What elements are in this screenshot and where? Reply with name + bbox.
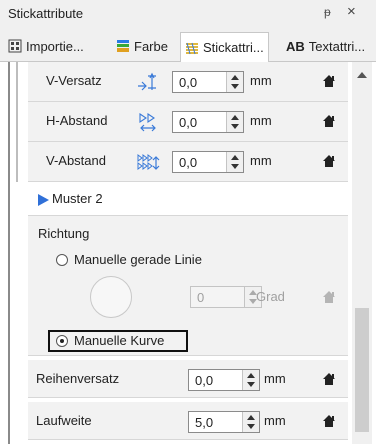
row-v-offset: V-Versatz 0,0 mm	[28, 62, 348, 102]
row-h-spacing: H-Abstand 0,0 mm	[28, 102, 348, 142]
v-spacing-value: 0,0	[179, 155, 198, 170]
h-spacing-value: 0,0	[179, 115, 198, 130]
tree-guide	[0, 62, 10, 444]
h-spacing-icon	[139, 112, 156, 132]
vertical-scrollbar[interactable]	[352, 62, 372, 444]
h-spacing-spinner[interactable]: 0,0	[172, 111, 244, 133]
pin-icon[interactable]: ᵽ	[324, 5, 331, 19]
tab-import-label: Importie...	[26, 38, 84, 54]
text-attr-icon: AB	[286, 38, 305, 54]
row-offset-unit: mm	[264, 371, 286, 386]
close-icon[interactable]: ×	[347, 3, 356, 20]
manual-line-label[interactable]: Manuelle gerade Linie	[74, 252, 202, 267]
tab-stitch-label: Stickattri...	[203, 40, 264, 55]
attributes-panel: V-Versatz 0,0 mm H-Abstand 0,0 mm V-Abst…	[0, 62, 376, 444]
tab-color[interactable]: Farbe	[116, 32, 168, 60]
expand-arrow-icon[interactable]	[38, 194, 49, 206]
v-spacing-unit: mm	[250, 153, 272, 168]
v-offset-value: 0,0	[179, 75, 198, 90]
richtung-section: Richtung Manuelle gerade Linie 0 Grad Ma…	[28, 216, 348, 356]
direction-dial[interactable]	[90, 276, 132, 318]
tab-text-attr[interactable]: AB Textattri...	[286, 32, 365, 60]
radio-manual-curve[interactable]	[56, 335, 68, 347]
home-icon-disabled	[323, 291, 335, 303]
v-spacing-icon	[137, 154, 160, 170]
row-offset-spin-buttons[interactable]	[242, 370, 259, 390]
run-pitch-spin-buttons[interactable]	[242, 412, 259, 432]
tab-import[interactable]: Importie...	[8, 32, 84, 60]
home-icon[interactable]	[322, 74, 336, 88]
angle-unit: Grad	[256, 289, 285, 304]
v-offset-label: V-Versatz	[46, 73, 102, 88]
angle-value: 0	[197, 290, 205, 305]
row-offset-label: Reihenversatz	[36, 371, 120, 386]
muster-label: Muster 2	[52, 191, 103, 206]
v-offset-spinner[interactable]: 0,0	[172, 71, 244, 93]
run-pitch-value: 5,0	[195, 415, 214, 430]
row-offset-value: 0,0	[195, 373, 214, 388]
panel-title: Stickattribute	[8, 6, 84, 21]
manual-curve-label[interactable]: Manuelle Kurve	[74, 333, 164, 348]
home-icon[interactable]	[322, 414, 336, 428]
h-spacing-unit: mm	[250, 113, 272, 128]
tree-guide-inner	[16, 62, 18, 182]
tab-text-attr-label: Textattri...	[308, 38, 366, 54]
run-pitch-label: Laufweite	[36, 413, 92, 428]
h-spacing-label: H-Abstand	[46, 113, 108, 128]
v-spacing-spinner[interactable]: 0,0	[172, 151, 244, 173]
v-offset-icon	[138, 72, 156, 91]
run-pitch-spinner[interactable]: 5,0	[188, 411, 260, 433]
scroll-up-icon[interactable]	[357, 72, 367, 78]
home-icon[interactable]	[322, 154, 336, 168]
richtung-label: Richtung	[38, 226, 90, 241]
radio-manual-line[interactable]	[56, 254, 68, 266]
import-icon	[8, 39, 22, 53]
stitch-icon	[186, 42, 198, 54]
tab-strip: Importie... Farbe Stickattri... AB Texta…	[0, 28, 376, 63]
h-spacing-spin-buttons[interactable]	[226, 112, 243, 132]
scroll-thumb[interactable]	[355, 308, 369, 432]
row-row-offset: Reihenversatz 0,0 mm	[28, 360, 348, 398]
v-spacing-spin-buttons[interactable]	[226, 152, 243, 172]
v-offset-spin-buttons[interactable]	[226, 72, 243, 92]
panel-titlebar: Stickattribute ᵽ ×	[0, 0, 376, 28]
muster-section-header[interactable]: Muster 2	[28, 182, 348, 216]
home-icon[interactable]	[322, 372, 336, 386]
home-icon[interactable]	[322, 114, 336, 128]
tab-stitch[interactable]: Stickattri...	[180, 32, 269, 63]
run-pitch-unit: mm	[264, 413, 286, 428]
tab-color-label: Farbe	[134, 38, 168, 54]
v-spacing-label: V-Abstand	[46, 153, 106, 168]
row-v-spacing: V-Abstand 0,0 mm	[28, 142, 348, 182]
angle-spinner[interactable]: 0	[190, 286, 262, 308]
v-offset-unit: mm	[250, 73, 272, 88]
row-offset-spinner[interactable]: 0,0	[188, 369, 260, 391]
row-run-pitch: Laufweite 5,0 mm	[28, 402, 348, 440]
color-icon	[117, 40, 129, 52]
